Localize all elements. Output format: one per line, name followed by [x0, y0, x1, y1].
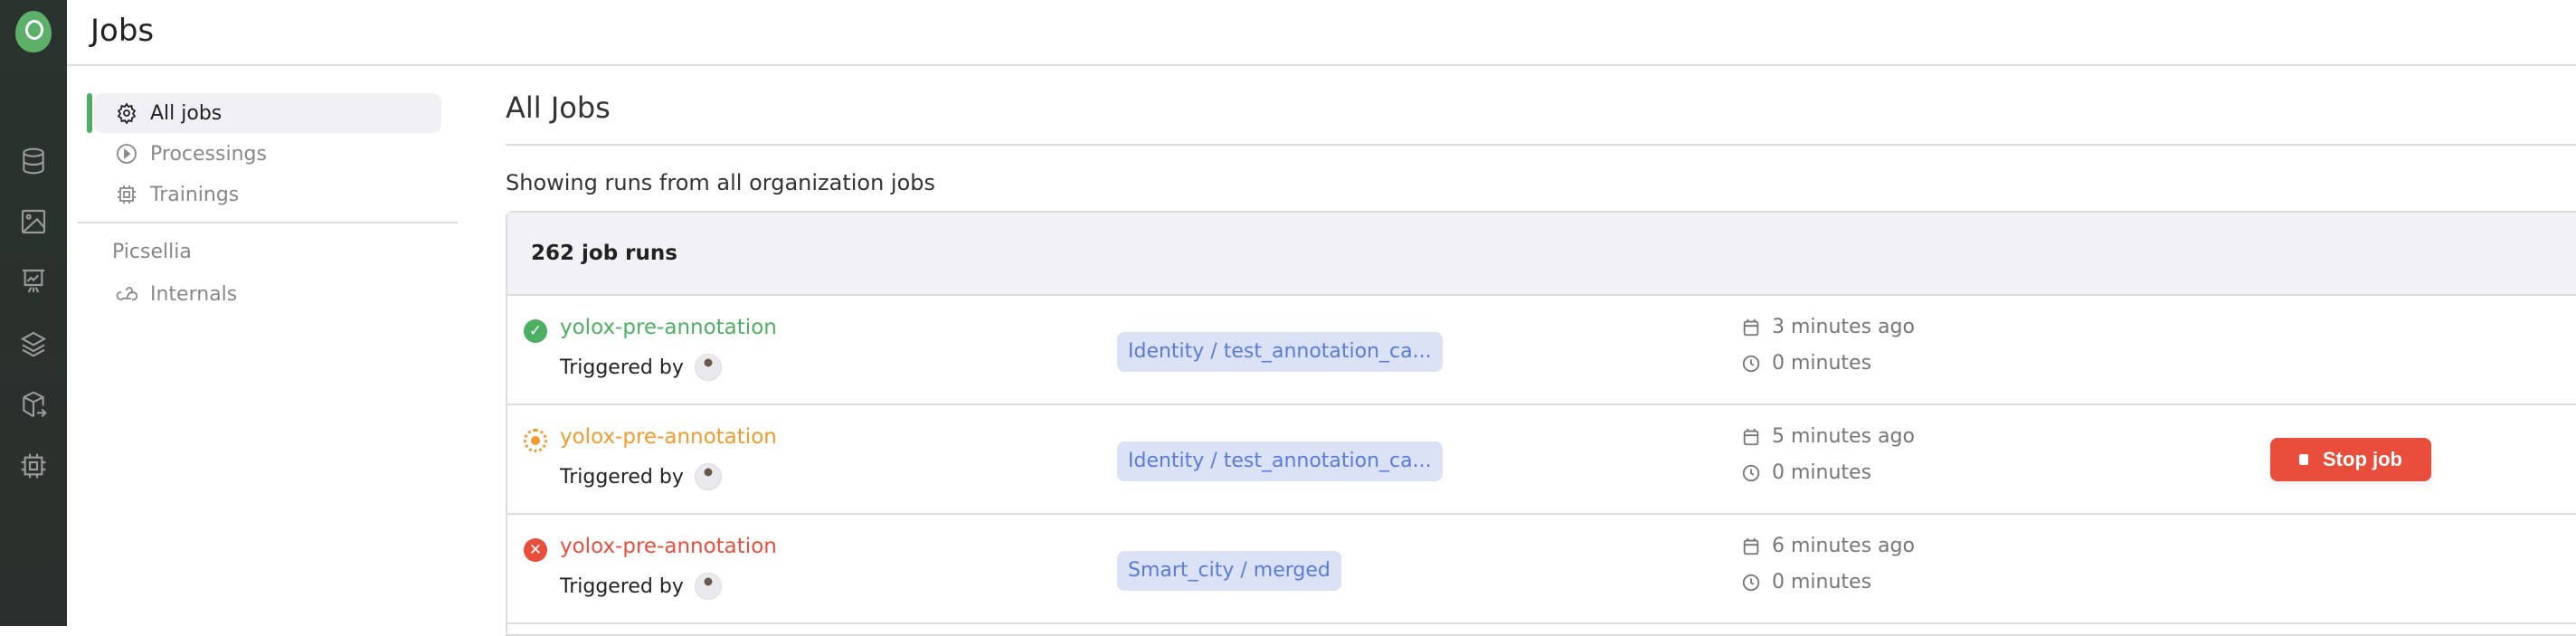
calendar-icon — [1743, 537, 1759, 555]
stop-job-label: Stop job — [2323, 448, 2402, 470]
cpu-icon — [118, 185, 136, 204]
duration-text: 0 minutes — [1772, 571, 1872, 593]
dataset-tag[interactable]: Smart_city / merged — [1117, 551, 1341, 591]
sidebar-divider — [78, 222, 458, 223]
dataset-tag[interactable]: Identity / test_annotation_ca... — [1117, 332, 1443, 372]
created-at: 6 minutes ago — [1741, 535, 1915, 557]
sidebar-item-label: All jobs — [150, 101, 223, 125]
duration: 0 minutes — [1741, 461, 1871, 484]
table-row[interactable]: ✓ yolox-pre-annotation Triggered by Iden… — [507, 296, 2576, 405]
job-name-link[interactable]: yolox-pre-annotation — [560, 425, 777, 449]
cpu-icon[interactable] — [19, 451, 48, 480]
avatar[interactable] — [694, 354, 722, 381]
active-indicator — [87, 93, 92, 133]
success-check-icon: ✓ — [524, 319, 547, 343]
sidebar-item-processings[interactable]: Processings — [94, 134, 441, 174]
table-row[interactable]: ✕ yolox-pre-annotation Triggered by Smar… — [507, 515, 2576, 624]
created-text: 6 minutes ago — [1772, 535, 1915, 557]
webhook-icon — [116, 287, 137, 301]
model-deploy-icon[interactable] — [19, 390, 48, 419]
avatar[interactable] — [694, 573, 722, 600]
clock-icon — [1742, 464, 1760, 481]
clock-icon — [1742, 574, 1760, 591]
dataset-tag[interactable]: Identity / test_annotation_ca... — [1117, 441, 1443, 481]
triggered-by-label: Triggered by — [560, 356, 684, 379]
sidebar-item-trainings[interactable]: Trainings — [94, 175, 441, 214]
created-at: 3 minutes ago — [1741, 316, 1915, 338]
header-title: Jobs — [90, 13, 155, 49]
job-name-link[interactable]: yolox-pre-annotation — [560, 535, 777, 558]
stop-icon — [2299, 454, 2308, 465]
duration-text: 0 minutes — [1772, 461, 1872, 484]
created-text: 3 minutes ago — [1772, 316, 1915, 338]
triggered-by-label: Triggered by — [560, 574, 684, 598]
triggered-by: Triggered by — [560, 573, 722, 600]
duration: 0 minutes — [1741, 352, 1871, 375]
play-circle-icon — [117, 144, 137, 164]
triggered-by: Triggered by — [560, 463, 722, 490]
sidebar-item-all-jobs[interactable]: All jobs — [94, 93, 441, 133]
avatar[interactable] — [694, 463, 722, 490]
sidebar-item-label: Processings — [150, 142, 267, 166]
calendar-icon — [1743, 428, 1759, 445]
job-name-link[interactable]: yolox-pre-annotation — [560, 316, 777, 339]
created-text: 5 minutes ago — [1772, 425, 1915, 448]
table-header: 262 job runs — [507, 213, 2576, 296]
clock-icon — [1742, 355, 1760, 372]
sidebar-section-title: Picsellia — [112, 241, 192, 263]
layers-icon[interactable] — [19, 329, 48, 358]
created-at: 5 minutes ago — [1741, 425, 1915, 448]
stop-job-button[interactable]: Stop job — [2270, 438, 2431, 481]
job-runs-table: 262 job runs ✓ yolox-pre-annotation Trig… — [506, 211, 2576, 636]
experiment-board-icon[interactable] — [19, 267, 48, 296]
duration: 0 minutes — [1741, 571, 1871, 593]
triggered-by: Triggered by — [560, 354, 722, 381]
page-subtitle: Showing runs from all organization jobs — [506, 170, 936, 195]
table-row[interactable]: yolox-pre-annotation Triggered by Identi… — [507, 405, 2576, 515]
sidebar-item-label: Trainings — [150, 183, 240, 206]
picsellia-logo[interactable] — [15, 11, 52, 52]
app-rail — [0, 0, 67, 626]
running-spinner-icon — [524, 429, 547, 452]
duration-text: 0 minutes — [1772, 352, 1872, 375]
failed-x-icon: ✕ — [524, 538, 547, 562]
database-icon[interactable] — [19, 147, 48, 176]
page-title: All Jobs — [506, 90, 611, 125]
triggered-by-label: Triggered by — [560, 465, 684, 489]
top-header: Jobs — [67, 0, 2576, 66]
calendar-icon — [1743, 318, 1759, 336]
image-icon[interactable] — [19, 207, 48, 236]
sidebar-item-internals[interactable]: Internals — [94, 274, 441, 314]
job-runs-count: 262 job runs — [531, 242, 677, 265]
title-divider — [506, 144, 2576, 146]
gear-icon — [117, 102, 137, 124]
sidebar-item-label: Internals — [150, 282, 238, 306]
